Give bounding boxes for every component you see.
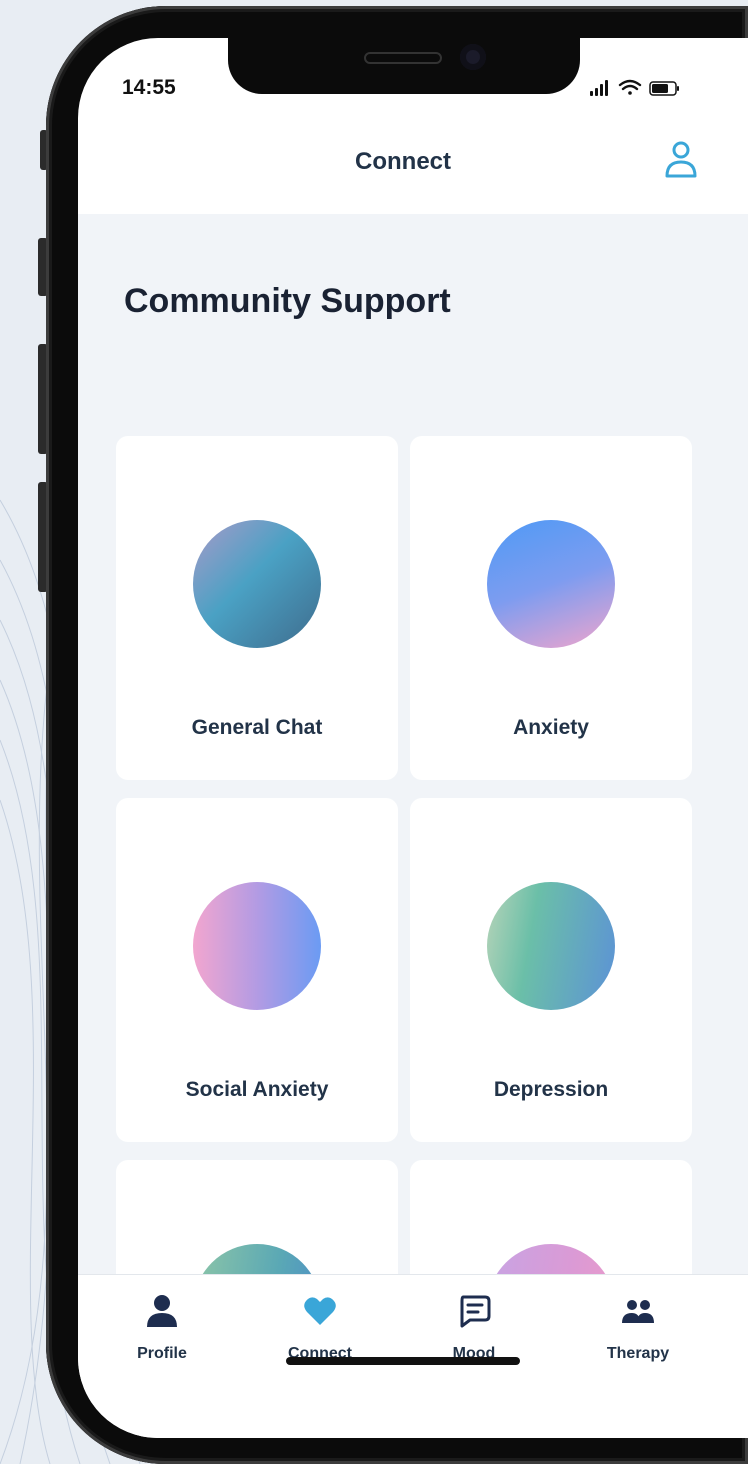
- heart-icon: [304, 1297, 336, 1325]
- tab-label: Profile: [137, 1345, 187, 1362]
- phone-screen: 14:55 Connect Community Support General …: [78, 38, 748, 1438]
- anxiety-orb-icon: [487, 520, 615, 648]
- wifi-icon: [618, 79, 642, 95]
- community-card-social-anxiety[interactable]: Social Anxiety: [116, 798, 398, 1142]
- community-card-partial-5[interactable]: [116, 1160, 398, 1274]
- status-icons: [590, 79, 679, 96]
- card-label: General Chat: [191, 716, 323, 739]
- speaker-grille: [364, 52, 442, 64]
- social-anxiety-orb-icon: [193, 882, 321, 1010]
- top-header: Connect: [78, 122, 748, 214]
- tab-connect[interactable]: Connect: [250, 1293, 390, 1383]
- chat-bubble-icon: [460, 1295, 491, 1328]
- person-icon: [147, 1295, 177, 1327]
- signal-icon: [590, 80, 608, 96]
- community-card-partial-6[interactable]: [410, 1160, 692, 1274]
- notch: [228, 38, 580, 94]
- status-time: 14:55: [122, 76, 176, 99]
- group-icon: [622, 1300, 654, 1323]
- community-content: Community Support General Chat Anxiety S…: [78, 214, 748, 1274]
- community-orb-icon: [487, 1244, 615, 1274]
- account-icon[interactable]: [663, 140, 699, 180]
- community-card-general-chat[interactable]: General Chat: [116, 436, 398, 780]
- card-label: Anxiety: [513, 716, 589, 739]
- tab-label: Therapy: [606, 1345, 670, 1362]
- section-title: Community Support: [124, 282, 451, 320]
- card-label: Social Anxiety: [185, 1078, 329, 1101]
- camera-icon: [460, 44, 486, 70]
- depression-orb-icon: [487, 882, 615, 1010]
- page-title: Connect: [355, 148, 451, 175]
- tab-therapy[interactable]: Therapy: [568, 1293, 708, 1383]
- community-card-depression[interactable]: Depression: [410, 798, 692, 1142]
- battery-icon: [649, 81, 679, 96]
- community-orb-icon: [193, 1244, 321, 1274]
- card-label: Depression: [493, 1078, 609, 1101]
- general-chat-orb-icon: [193, 520, 321, 648]
- tab-mood[interactable]: Mood: [404, 1293, 544, 1383]
- home-indicator[interactable]: [286, 1357, 520, 1365]
- community-card-anxiety[interactable]: Anxiety: [410, 436, 692, 780]
- bottom-tab-bar: Profile Connect Mood Therapy: [78, 1274, 748, 1438]
- tab-profile[interactable]: Profile: [92, 1293, 232, 1383]
